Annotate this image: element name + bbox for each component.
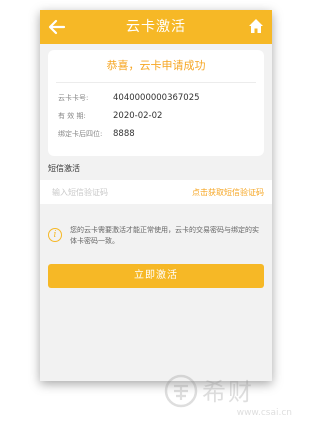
sms-section-label: 短信激活 xyxy=(48,164,80,173)
success-message: 恭喜，云卡申请成功 xyxy=(106,59,206,72)
activate-now-button[interactable]: 立即激活 xyxy=(48,264,264,288)
card-number-row: 云卡卡号: 4040000000367025 xyxy=(48,89,264,107)
expiry-row: 有 效 期: 2020-02-02 xyxy=(48,107,264,125)
watermark: 希财 www.csai.cn xyxy=(164,372,292,418)
card-number-value: 4040000000367025 xyxy=(113,93,200,103)
notice-text: 您的云卡需要激活才能正常使用，云卡的交易密码与绑定的实体卡密码一致。 xyxy=(70,226,259,245)
phone-screen: 云卡激活 恭喜，云卡申请成功 云卡卡号: 4040000000367025 有 … xyxy=(40,10,272,381)
divider xyxy=(56,82,256,83)
bound-card-last4-label: 绑定卡后四位: xyxy=(58,130,103,138)
watermark-url: www.csai.cn xyxy=(236,408,292,418)
expiry-value: 2020-02-02 xyxy=(113,111,163,121)
sms-code-input[interactable] xyxy=(52,187,152,197)
info-icon: i xyxy=(48,228,62,242)
bound-card-last4-row: 绑定卡后四位: 8888 xyxy=(48,125,264,143)
home-icon[interactable] xyxy=(248,18,264,34)
expiry-label: 有 效 期: xyxy=(58,112,86,120)
watermark-brand: 希财 xyxy=(202,378,254,406)
activation-notice: i 您的云卡需要激活才能正常使用，云卡的交易密码与绑定的实体卡密码一致。 xyxy=(48,225,264,257)
top-navigation-bar: 云卡激活 xyxy=(40,10,272,44)
page-title: 云卡激活 xyxy=(126,19,186,35)
get-sms-code-link[interactable]: 点击获取短信验证码 xyxy=(192,187,264,198)
card-number-label: 云卡卡号: xyxy=(58,94,89,102)
watermark-logo-icon xyxy=(164,374,198,408)
card-info-panel: 恭喜，云卡申请成功 云卡卡号: 4040000000367025 有 效 期: … xyxy=(48,50,264,156)
sms-code-row: 点击获取短信验证码 xyxy=(40,180,272,204)
bound-card-last4-value: 8888 xyxy=(113,129,135,139)
